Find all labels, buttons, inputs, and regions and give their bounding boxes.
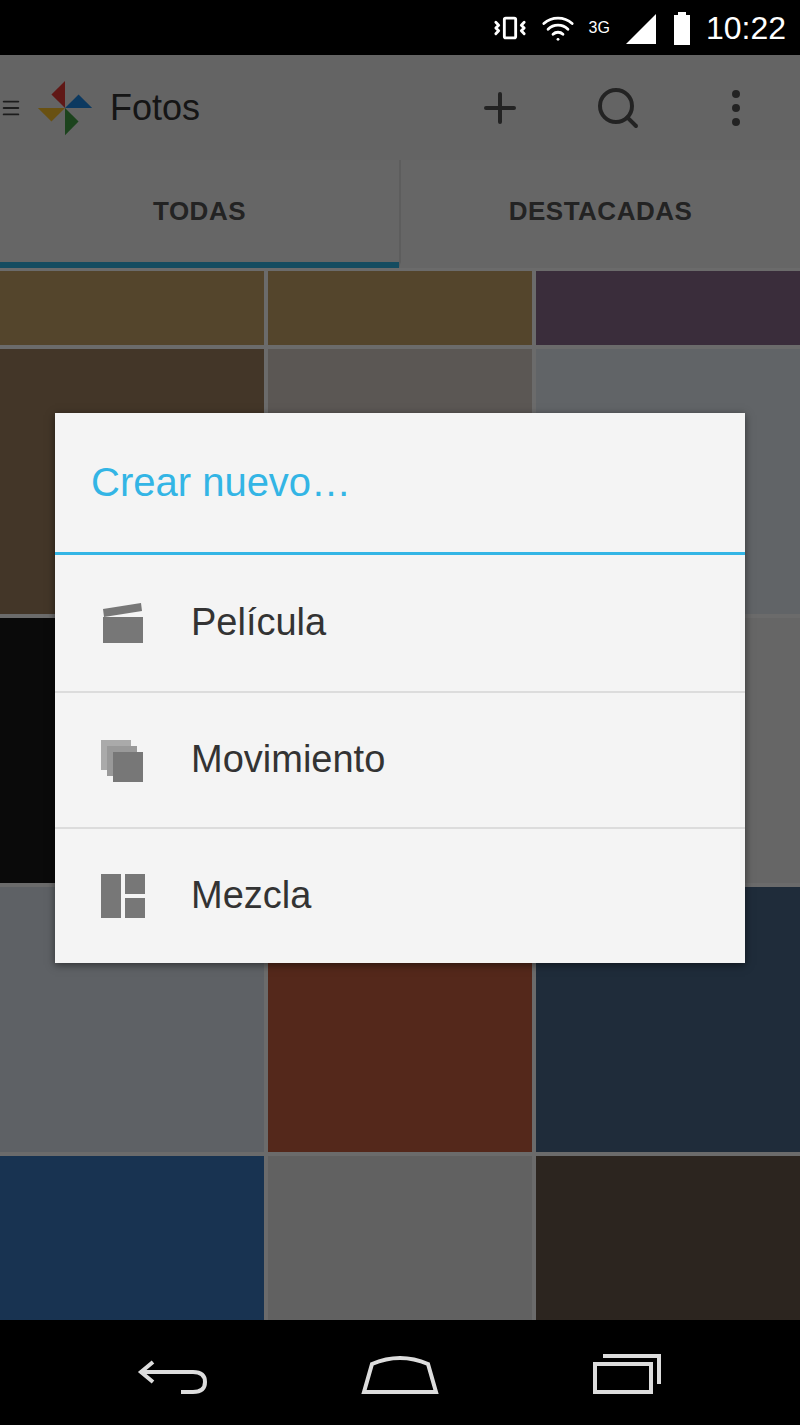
option-label: Película [191,601,326,644]
dialog-option[interactable]: Mezcla [55,827,745,963]
signal-icon [624,10,658,46]
motion-icon [99,736,147,784]
option-label: Mezcla [191,874,311,917]
create-dialog: Crear nuevo… Película Movimiento Mezcla [55,413,745,963]
vibrate-icon [493,11,527,45]
movie-icon [99,599,147,647]
mix-icon [99,872,147,920]
back-icon[interactable] [133,1348,213,1398]
nav-bar [0,1320,800,1425]
screen: 3G10:22FotosTODASDESTACADASCrear nuevo…P… [0,0,800,1425]
dialog-title: Crear nuevo… [55,413,745,555]
clock: 10:22 [706,12,786,44]
wifi-icon [541,11,575,45]
dialog-option[interactable]: Película [55,555,745,691]
dialog-option[interactable]: Movimiento [55,691,745,827]
status-bar: 3G 10:22 [0,0,800,55]
network-type: 3G [589,20,610,36]
option-label: Movimiento [191,738,385,781]
home-icon[interactable] [360,1348,440,1398]
scrim[interactable]: Crear nuevo… Película Movimiento Mezcla [0,55,800,1320]
main: FotosTODASDESTACADASCrear nuevo…Película… [0,55,800,1320]
recents-icon[interactable] [587,1348,667,1398]
battery-icon [672,10,692,46]
